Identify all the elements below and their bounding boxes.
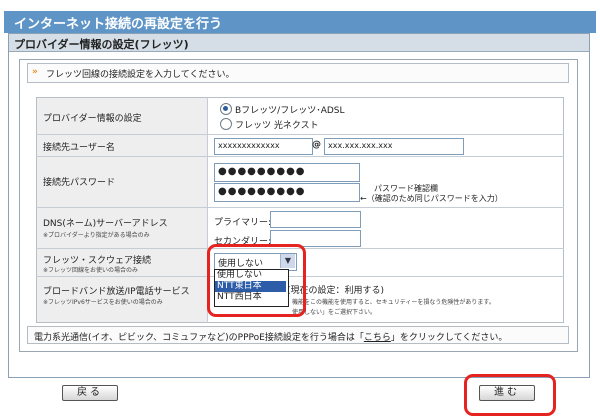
password-input[interactable]: ●●●●●●●●● [214,163,360,182]
provider-label: プロバイダー情報の設定 [43,114,142,124]
pppoe-note-suffix: 」をクリックしてください。 [390,333,508,343]
pppoe-settings-link[interactable]: こちら [364,333,391,343]
pppoe-note-text: 電力系光通信(イオ、ピビック、コミュファなど)のPPPoE接続設定を行う場合は「… [34,330,507,343]
username-input[interactable]: xxxxxxxxxxxxx [214,138,313,155]
username-label: 接続先ユーザー名 [43,143,115,153]
row-divider [36,207,564,208]
annotation-highlight-next [464,374,556,416]
row-divider [36,156,564,157]
double-chevron-icon: » [32,67,38,77]
broadband-label: ブロードバンド放送/IP電話サービス [43,287,190,297]
row-divider [36,134,564,135]
broadband-description-1: 機能をこの機能を使用すると、セキュリティーを損なう危険性があります。 [292,299,495,306]
instruction-text: フレッツ回線の接続設定を入力してください。 [46,70,235,80]
section-title: プロバイダー情報の設定(フレッツ) [14,38,189,51]
provider-option-bflets: Bフレッツ/フレッツ･ADSL [235,106,345,116]
dns-primary-input[interactable] [270,211,361,228]
password-confirm-hint: ←（確認のため同じパスワードを入力） [360,194,503,203]
broadband-note: ※フレッツIPv6サービスをお使いの場合のみ [43,299,163,306]
username-domain-input[interactable]: xxx.xxx.xxx.xxx [324,138,464,155]
page-title: インターネット接続の再設定を行う [14,17,223,32]
annotation-highlight-dropdown [207,244,306,317]
dns-note: ※プロバイダーより指定がある場合のみ [43,232,150,239]
at-sign: @ [312,140,321,150]
password-label: 接続先パスワード [43,178,116,188]
pppoe-note-prefix: 電力系光通信(イオ、ピビック、コミュファなど)のPPPoE接続設定を行う場合は「 [34,333,364,343]
provider-radio-hikari-next[interactable] [220,118,232,130]
provider-radio-bflets[interactable] [220,103,232,115]
password-confirm-input[interactable]: ●●●●●●●●● [214,183,360,202]
dns-primary-label: プライマリー: [214,218,272,228]
flets-square-note: ※フレッツ回線をお使いの場合のみ [43,267,139,274]
back-button[interactable]: 戻る [62,385,118,401]
dns-label: DNS(ネーム)サーバーアドレス [43,219,168,229]
provider-option-hikari-next: フレッツ 光ネクスト [235,121,319,131]
